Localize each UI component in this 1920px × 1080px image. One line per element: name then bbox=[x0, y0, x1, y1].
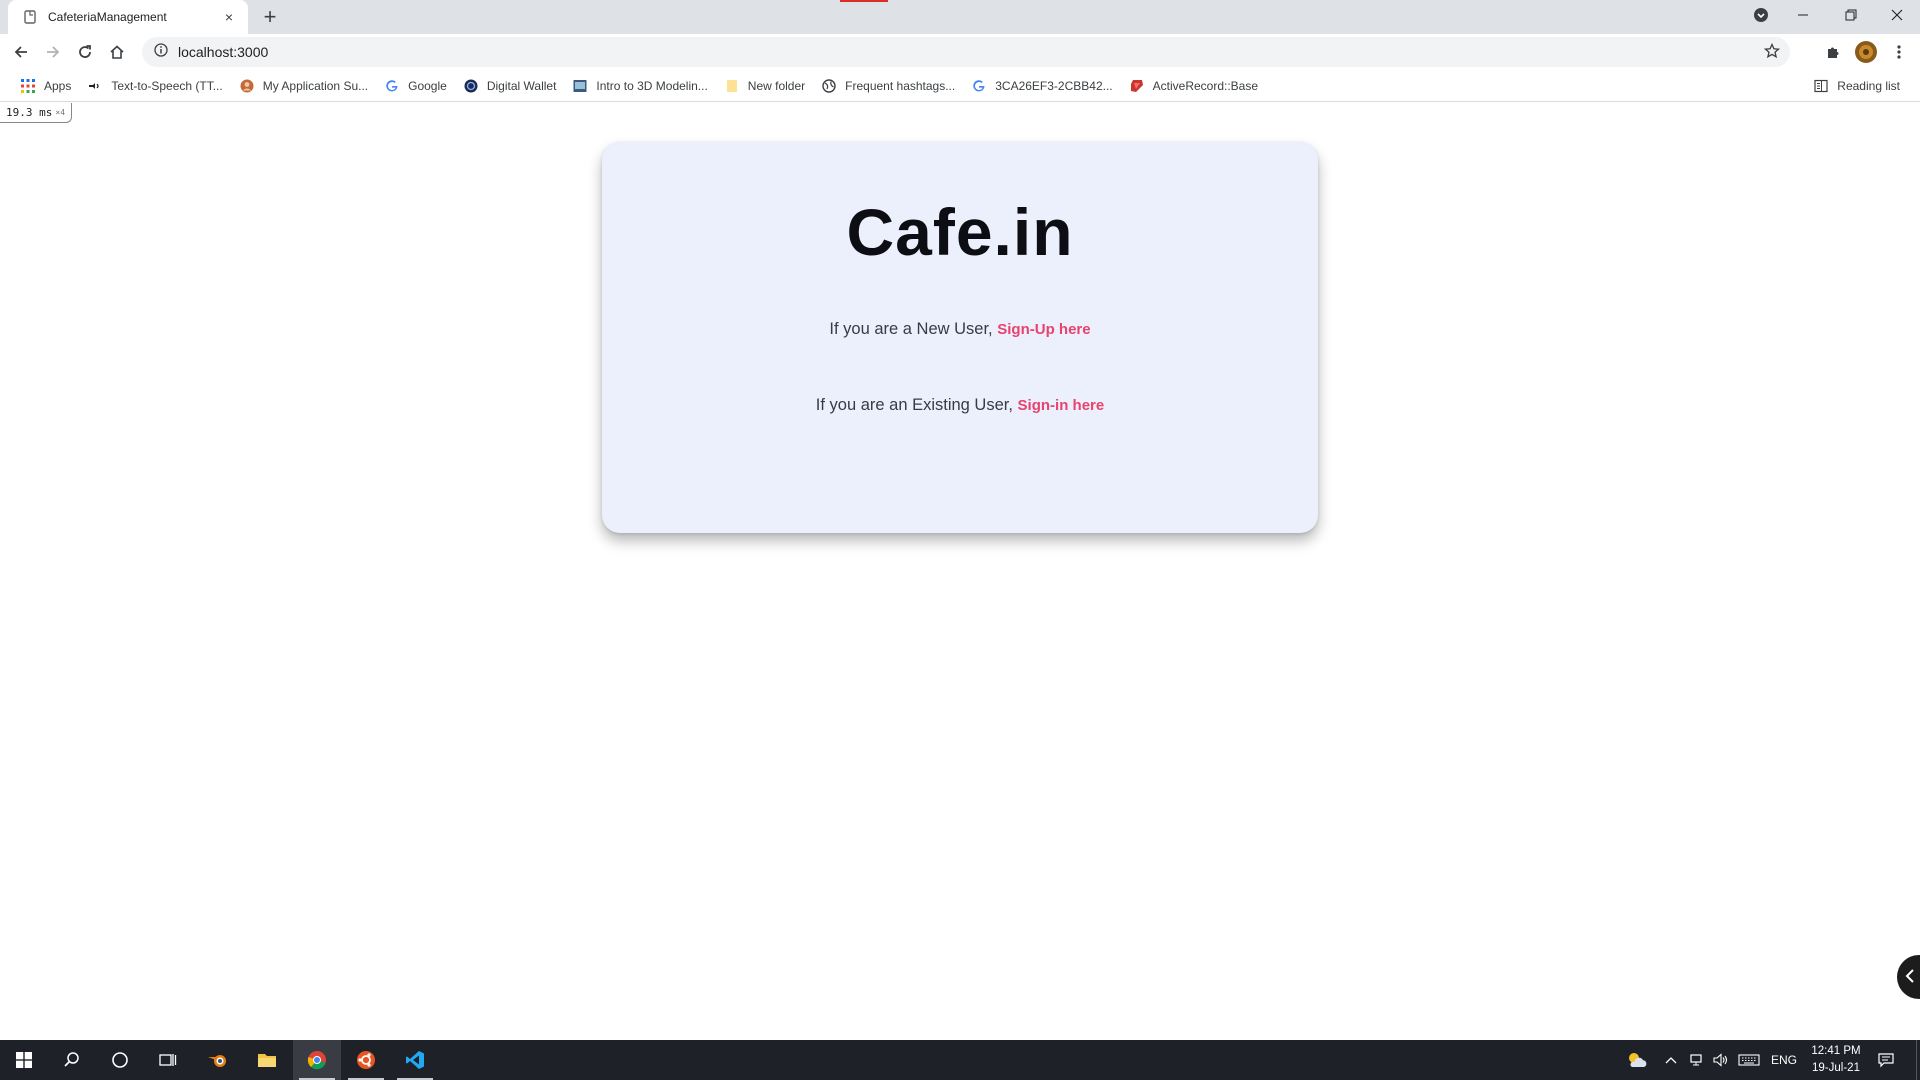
bookmark-label: Google bbox=[408, 78, 447, 93]
avatar-icon bbox=[239, 78, 255, 94]
reload-icon[interactable] bbox=[70, 37, 100, 67]
windows-start-icon[interactable] bbox=[0, 1040, 48, 1080]
browser-tab-strip: CafeteriaManagement × + bbox=[0, 0, 1920, 34]
taskbar-clock[interactable]: 12:41 PM 19-Jul-21 bbox=[1806, 1043, 1866, 1077]
bookmark-label: Apps bbox=[44, 78, 72, 93]
bookmark-google[interactable]: Google bbox=[376, 73, 455, 99]
close-tab-icon[interactable]: × bbox=[220, 8, 238, 26]
bookmark-star-icon[interactable] bbox=[1763, 42, 1781, 64]
bookmarks-bar: Apps Text-to-Speech (TT... My Applicatio… bbox=[0, 70, 1920, 102]
slides-icon bbox=[572, 78, 588, 94]
home-icon[interactable] bbox=[102, 37, 132, 67]
chrome-taskbar-icon[interactable] bbox=[293, 1040, 341, 1080]
google-icon bbox=[384, 78, 400, 94]
signup-link[interactable]: Sign-Up here bbox=[997, 321, 1090, 338]
bookmark-label: 3CA26EF3-2CBB42... bbox=[995, 78, 1113, 93]
brand-title: Cafe.in bbox=[846, 195, 1074, 269]
bookmark-apps[interactable]: Apps bbox=[12, 73, 79, 99]
bookmark-intro-3d-modeling[interactable]: Intro to 3D Modelin... bbox=[564, 73, 715, 99]
profile-avatar[interactable] bbox=[1851, 37, 1881, 67]
forward-arrow-icon[interactable] bbox=[38, 37, 68, 67]
minimize-icon[interactable] bbox=[1780, 0, 1826, 30]
signin-link[interactable]: Sign-in here bbox=[1018, 397, 1105, 414]
bookmark-label: Frequent hashtags... bbox=[845, 78, 956, 93]
new-user-text: If you are a New User, bbox=[829, 320, 993, 338]
blender-icon[interactable] bbox=[194, 1040, 242, 1080]
bookmark-activerecord[interactable]: ActiveRecord::Base bbox=[1121, 73, 1266, 99]
wallet-icon bbox=[463, 78, 479, 94]
address-bar[interactable]: localhost:3000 bbox=[142, 37, 1790, 67]
back-arrow-icon[interactable] bbox=[6, 37, 36, 67]
notifications-icon[interactable] bbox=[1878, 1040, 1894, 1080]
close-window-icon[interactable] bbox=[1874, 0, 1920, 30]
search-icon[interactable] bbox=[48, 1040, 96, 1080]
profiler-unit: ms bbox=[39, 106, 53, 119]
new-tab-button[interactable]: + bbox=[258, 4, 282, 29]
globe-icon bbox=[821, 78, 837, 94]
bookmark-label: My Application Su... bbox=[262, 78, 369, 93]
bookmark-label: New folder bbox=[747, 78, 806, 93]
clock-time: 12:41 PM bbox=[1811, 1045, 1861, 1057]
bookmark-frequent-hashtags[interactable]: Frequent hashtags... bbox=[813, 73, 963, 99]
restore-icon[interactable] bbox=[1828, 0, 1874, 30]
browser-tab[interactable]: CafeteriaManagement × bbox=[8, 0, 248, 34]
keyboard-icon[interactable] bbox=[1738, 1040, 1760, 1080]
profiler-badge[interactable]: 19.3 ms ×4 bbox=[0, 103, 73, 123]
network-icon[interactable] bbox=[1690, 1040, 1706, 1080]
extensions-puzzle-icon[interactable] bbox=[1818, 37, 1848, 67]
browser-toolbar: localhost:3000 bbox=[0, 34, 1920, 70]
bookmark-my-application[interactable]: My Application Su... bbox=[231, 73, 376, 99]
google-icon bbox=[971, 78, 987, 94]
new-user-line: If you are a New User, Sign-Up here bbox=[0, 320, 1920, 339]
reading-list-button[interactable]: Reading list bbox=[1805, 73, 1908, 99]
floating-toggle-button[interactable] bbox=[1897, 955, 1920, 999]
weather-icon[interactable] bbox=[1626, 1040, 1650, 1080]
windows-taskbar: ENG 12:41 PM 19-Jul-21 bbox=[0, 1040, 1920, 1080]
bookmark-3ca26ef3[interactable]: 3CA26EF3-2CBB42... bbox=[963, 73, 1120, 99]
bookmark-label: Text-to-Speech (TT... bbox=[111, 78, 223, 93]
vscode-icon[interactable] bbox=[391, 1040, 439, 1080]
loading-indicator bbox=[840, 0, 888, 2]
task-view-icon[interactable] bbox=[144, 1040, 192, 1080]
ubuntu-terminal-icon[interactable] bbox=[342, 1040, 390, 1080]
site-info-icon[interactable] bbox=[154, 42, 168, 62]
show-desktop-button[interactable] bbox=[1916, 1040, 1920, 1080]
profiler-count: ×4 bbox=[55, 108, 66, 117]
reading-list-label: Reading list bbox=[1837, 79, 1900, 93]
chevron-up-icon[interactable] bbox=[1665, 1040, 1677, 1080]
bookmark-digital-wallet[interactable]: Digital Wallet bbox=[455, 73, 565, 99]
folder-icon bbox=[724, 78, 740, 94]
apps-grid-icon bbox=[20, 78, 36, 94]
tab-title: CafeteriaManagement bbox=[48, 10, 167, 24]
bookmark-label: ActiveRecord::Base bbox=[1152, 78, 1259, 93]
bookmark-new-folder[interactable]: New folder bbox=[716, 73, 813, 99]
chevron-left-icon bbox=[1905, 967, 1915, 988]
page-favicon-icon bbox=[22, 9, 38, 25]
cortana-icon[interactable] bbox=[96, 1040, 144, 1080]
url-text: localhost:3000 bbox=[178, 44, 269, 60]
existing-user-text: If you are an Existing User, bbox=[815, 396, 1013, 414]
browser-menu-icon[interactable] bbox=[1884, 37, 1914, 67]
ruby-icon bbox=[1129, 78, 1145, 94]
bookmark-label: Digital Wallet bbox=[486, 78, 557, 93]
existing-user-line: If you are an Existing User, Sign-in her… bbox=[0, 396, 1920, 415]
file-explorer-icon[interactable] bbox=[243, 1040, 291, 1080]
profiler-time: 19.3 bbox=[6, 106, 33, 119]
tts-icon bbox=[87, 78, 103, 94]
volume-icon[interactable] bbox=[1713, 1040, 1729, 1080]
reading-list-icon bbox=[1813, 78, 1829, 94]
tab-search-icon[interactable] bbox=[1738, 0, 1784, 30]
bookmark-text-to-speech[interactable]: Text-to-Speech (TT... bbox=[79, 73, 230, 99]
clock-date: 19-Jul-21 bbox=[1812, 1062, 1860, 1074]
language-indicator[interactable]: ENG bbox=[1771, 1040, 1797, 1080]
bookmark-label: Intro to 3D Modelin... bbox=[596, 78, 708, 93]
